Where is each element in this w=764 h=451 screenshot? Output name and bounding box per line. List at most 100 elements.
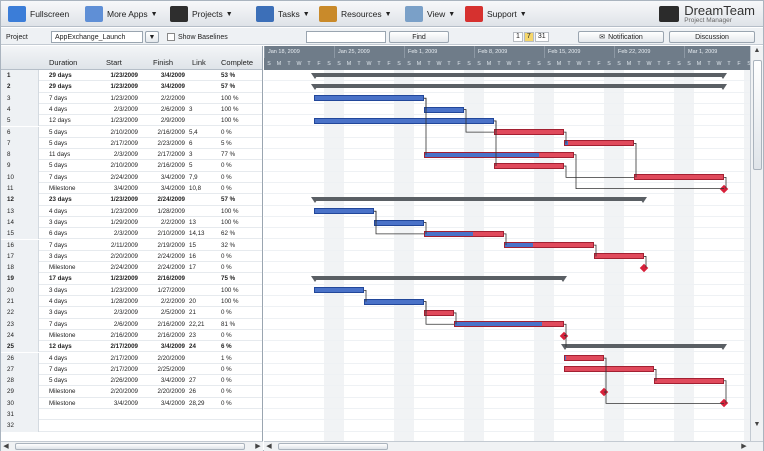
col-finish[interactable]: Finish [153, 58, 173, 67]
table-row[interactable]: 6 5 days 2/10/2009 2/16/2009 5,4 0 % [1, 126, 262, 138]
scroll-down-icon[interactable]: ▼ [752, 420, 762, 429]
table-row[interactable]: 15 6 days 2/3/2009 2/10/2009 14,13 62 % [1, 228, 262, 240]
cell-complete: 0 % [221, 128, 232, 136]
cell-link: 20 [189, 298, 196, 305]
table-row[interactable]: 12 23 days 1/23/2009 2/24/2009 57 % [1, 194, 262, 206]
col-link[interactable]: Link [192, 58, 206, 67]
cell-complete: 100 % [221, 105, 239, 113]
scroll-right-icon[interactable]: ▶ [739, 442, 749, 451]
find-button[interactable]: Find [389, 31, 449, 43]
table-row[interactable]: 22 3 days 2/3/2009 2/5/2009 21 0 % [1, 307, 262, 319]
table-row[interactable]: 18 Milestone 2/24/2009 2/24/2009 17 0 % [1, 262, 262, 274]
table-row[interactable]: 3 7 days 1/23/2009 2/2/2009 100 % [1, 92, 262, 104]
col-start[interactable]: Start [106, 58, 122, 67]
table-row[interactable]: 14 3 days 1/29/2009 2/2/2009 13 100 % [1, 216, 262, 229]
chart-scroll-thumb[interactable] [278, 443, 388, 450]
dependency-links [364, 97, 727, 404]
table-row[interactable]: 11 Milestone 3/4/2009 3/4/2009 10,8 0 % [1, 183, 262, 195]
cell-duration: 5 days [49, 139, 68, 147]
grid-scroll-thumb[interactable] [15, 443, 245, 450]
cell-finish: 2/2/2009 [160, 94, 185, 102]
cell-duration: 5 days [49, 162, 68, 170]
table-row[interactable]: 16 7 days 2/11/2009 2/19/2009 15 32 % [1, 239, 262, 251]
table-row[interactable]: 20 3 days 1/23/2009 1/27/2009 100 % [1, 284, 262, 296]
project-select[interactable]: AppExchange_Launch [51, 31, 143, 43]
scroll-right-icon[interactable]: ▶ [253, 442, 263, 451]
table-row[interactable]: 19 17 days 1/23/2009 2/16/2009 75 % [1, 273, 262, 285]
table-row[interactable]: 28 5 days 2/26/2009 3/4/2009 27 0 % [1, 375, 262, 387]
cell-link: 28,29 [189, 399, 205, 407]
cell-finish: 2/16/2009 [157, 331, 185, 339]
table-row[interactable]: 29 Milestone 2/20/2009 2/20/2009 26 0 % [1, 386, 262, 398]
vertical-scroll-thumb[interactable] [753, 60, 762, 170]
table-row[interactable]: 8 11 days 2/3/2009 2/17/2009 3 77 % [1, 149, 262, 161]
toolbar-view-button[interactable]: View ▼ [405, 5, 455, 23]
dependency-link [594, 244, 597, 257]
table-row[interactable]: 21 4 days 1/28/2009 2/2/2009 20 100 % [1, 296, 262, 308]
dependency-link [464, 109, 494, 133]
table-row[interactable]: 7 5 days 2/17/2009 2/23/2009 6 5 % [1, 137, 262, 150]
find-input[interactable] [306, 31, 386, 43]
dependency-link [574, 154, 724, 190]
col-duration[interactable]: Duration [49, 58, 77, 67]
cell-start: 2/17/2009 [110, 354, 138, 362]
toolbar-more-apps-button[interactable]: More Apps ▼ [85, 5, 158, 23]
projects-icon [170, 6, 188, 22]
toolbar-resources-button[interactable]: Resources ▼ [319, 5, 392, 23]
table-row[interactable]: 25 12 days 2/17/2009 3/4/2009 24 6 % [1, 341, 262, 353]
table-row[interactable]: 4 4 days 2/3/2009 2/6/2009 3 100 % [1, 103, 262, 116]
page-1[interactable]: 1 [513, 32, 523, 42]
toolbar-label: Projects [192, 9, 223, 19]
caret-down-icon: ▼ [519, 10, 527, 18]
table-row[interactable]: 32 [1, 420, 262, 432]
toolbar-projects-button[interactable]: Projects ▼ [170, 5, 233, 23]
page-selector[interactable]: 1 7 31 [513, 31, 550, 43]
table-row[interactable]: 23 7 days 2/6/2009 2/16/2009 22,21 81 % [1, 318, 262, 330]
cell-finish: 2/9/2009 [160, 117, 185, 125]
table-row[interactable]: 26 4 days 2/17/2009 2/20/2009 1 % [1, 352, 262, 364]
cell-finish: 2/19/2009 [157, 241, 185, 249]
show-baselines-toggle[interactable]: Show Baselines [167, 31, 228, 43]
cell-complete: 100 % [221, 218, 239, 226]
table-row[interactable]: 2 29 days 1/23/2009 3/4/2009 57 % [1, 81, 262, 93]
cell-duration: 11 days [49, 151, 71, 159]
table-row[interactable]: 10 7 days 2/24/2009 3/4/2009 7,9 0 % [1, 171, 262, 183]
row-number: 6 [1, 126, 39, 138]
dependency-link [504, 233, 507, 246]
row-number: 2 [1, 81, 39, 93]
checkbox-icon[interactable] [167, 33, 175, 41]
notification-button[interactable]: ✉ Notification [578, 31, 664, 43]
cell-start: 1/29/2009 [110, 218, 138, 226]
discussion-button[interactable]: Discussion [669, 31, 755, 43]
col-complete[interactable]: Complete [221, 58, 253, 67]
cell-link: 16 [189, 252, 196, 260]
chart-horizontal-scrollbar[interactable]: ◀ ▶ [264, 441, 763, 451]
table-row[interactable]: 31 [1, 409, 262, 421]
vertical-scrollbar[interactable]: ▲ ▼ [750, 46, 763, 441]
table-row[interactable]: 1 29 days 1/23/2009 3/4/2009 53 % [1, 70, 262, 82]
page-7[interactable]: 7 [523, 32, 534, 42]
grid-horizontal-scrollbar[interactable]: ◀ ▶ [1, 441, 263, 451]
table-row[interactable]: 30 Milestone 3/4/2009 3/4/2009 28,29 0 % [1, 397, 262, 409]
row-number: 18 [1, 262, 39, 274]
discussion-label: Discussion [695, 33, 729, 41]
table-row[interactable]: 17 3 days 2/20/2009 2/24/2009 16 0 % [1, 250, 262, 263]
cell-finish: 2/20/2009 [157, 388, 185, 396]
toolbar-fullscreen-button[interactable]: Fullscreen [8, 5, 69, 23]
scroll-left-icon[interactable]: ◀ [264, 442, 274, 451]
scroll-left-icon[interactable]: ◀ [1, 442, 11, 451]
row-number: 20 [1, 284, 39, 296]
toolbar-tasks-button[interactable]: Tasks ▼ [256, 5, 310, 23]
table-row[interactable]: 9 5 days 2/10/2009 2/16/2009 5 0 % [1, 160, 262, 172]
table-row[interactable]: 27 7 days 2/17/2009 2/25/2009 0 % [1, 363, 262, 376]
page-31[interactable]: 31 [534, 32, 549, 42]
toolbar-support-button[interactable]: Support ▼ [465, 5, 527, 23]
scroll-up-icon[interactable]: ▲ [752, 46, 762, 55]
project-dropdown-button[interactable]: ▼ [145, 31, 159, 43]
table-row[interactable]: 13 4 days 1/23/2009 1/28/2009 100 % [1, 205, 262, 217]
table-row[interactable]: 24 Milestone 2/16/2009 2/16/2009 23 0 % [1, 329, 262, 342]
dependency-link [644, 256, 647, 268]
table-row[interactable]: 5 12 days 1/23/2009 2/9/2009 100 % [1, 115, 262, 127]
cell-duration: 23 days [49, 196, 72, 204]
cell-complete: 0 % [221, 173, 232, 181]
